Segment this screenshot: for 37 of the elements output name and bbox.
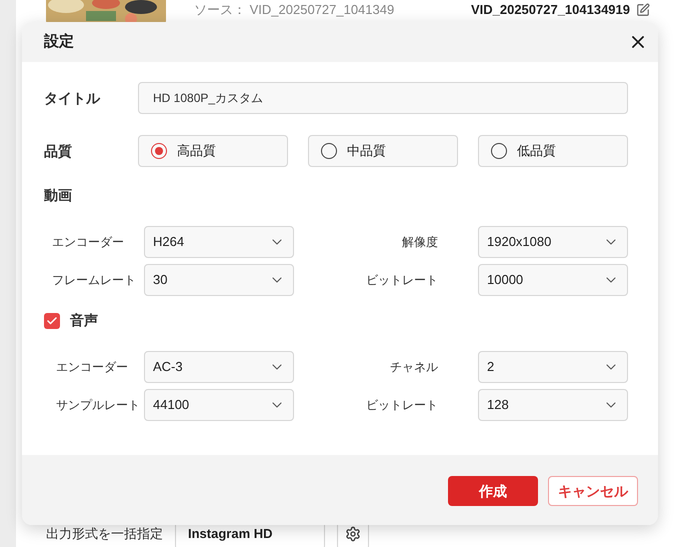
dropdown[interactable]: 30 (144, 264, 294, 296)
section-label: 動画 (44, 186, 73, 205)
field-label: エンコーダー (55, 359, 129, 376)
dialog-title: 設定 (44, 32, 74, 52)
dropdown[interactable]: H264 (144, 226, 294, 258)
cancel-button[interactable]: キャンセル (548, 476, 638, 506)
radio-icon (491, 143, 507, 159)
field-label: チャネル (389, 359, 439, 376)
settings-icon (345, 526, 361, 542)
quality-radio[interactable]: 高品質 (138, 135, 288, 167)
edit-icon[interactable] (636, 3, 650, 17)
field-label: ビットレート (365, 272, 439, 289)
field-label: 解像度 (401, 234, 439, 251)
quality-radio[interactable]: 低品質 (478, 135, 628, 167)
quality-radio[interactable]: 中品質 (308, 135, 458, 167)
dropdown[interactable]: 44100 (144, 389, 294, 421)
dropdown[interactable]: 10000 (478, 264, 628, 296)
field-label: フレームレート (51, 272, 137, 289)
source-text: ソース： VID_20250727_1041349 (194, 1, 394, 20)
field-label: サンプルレート (55, 397, 141, 414)
dropdown[interactable]: AC-3 (144, 351, 294, 383)
title-field[interactable]: HD 1080P_カスタム (138, 82, 628, 114)
dropdown[interactable]: 1920x1080 (478, 226, 628, 258)
output-name: VID_20250727_104134919 (470, 1, 630, 20)
radio-icon (151, 143, 167, 159)
audio-checkbox[interactable] (44, 312, 60, 328)
create-button[interactable]: 作成 (448, 476, 538, 506)
radio-icon (321, 143, 337, 159)
field-label: エンコーダー (51, 234, 125, 251)
field-label: タイトル (44, 88, 102, 108)
dropdown[interactable]: 128 (478, 389, 628, 421)
dropdown[interactable]: 2 (478, 351, 628, 383)
field-label: 品質 (44, 142, 73, 161)
field-label: ビットレート (365, 397, 439, 414)
check-icon (46, 314, 58, 326)
bulk-format-label: 出力形式を一括指定 (46, 525, 163, 544)
section-label: 音声 (70, 311, 98, 330)
